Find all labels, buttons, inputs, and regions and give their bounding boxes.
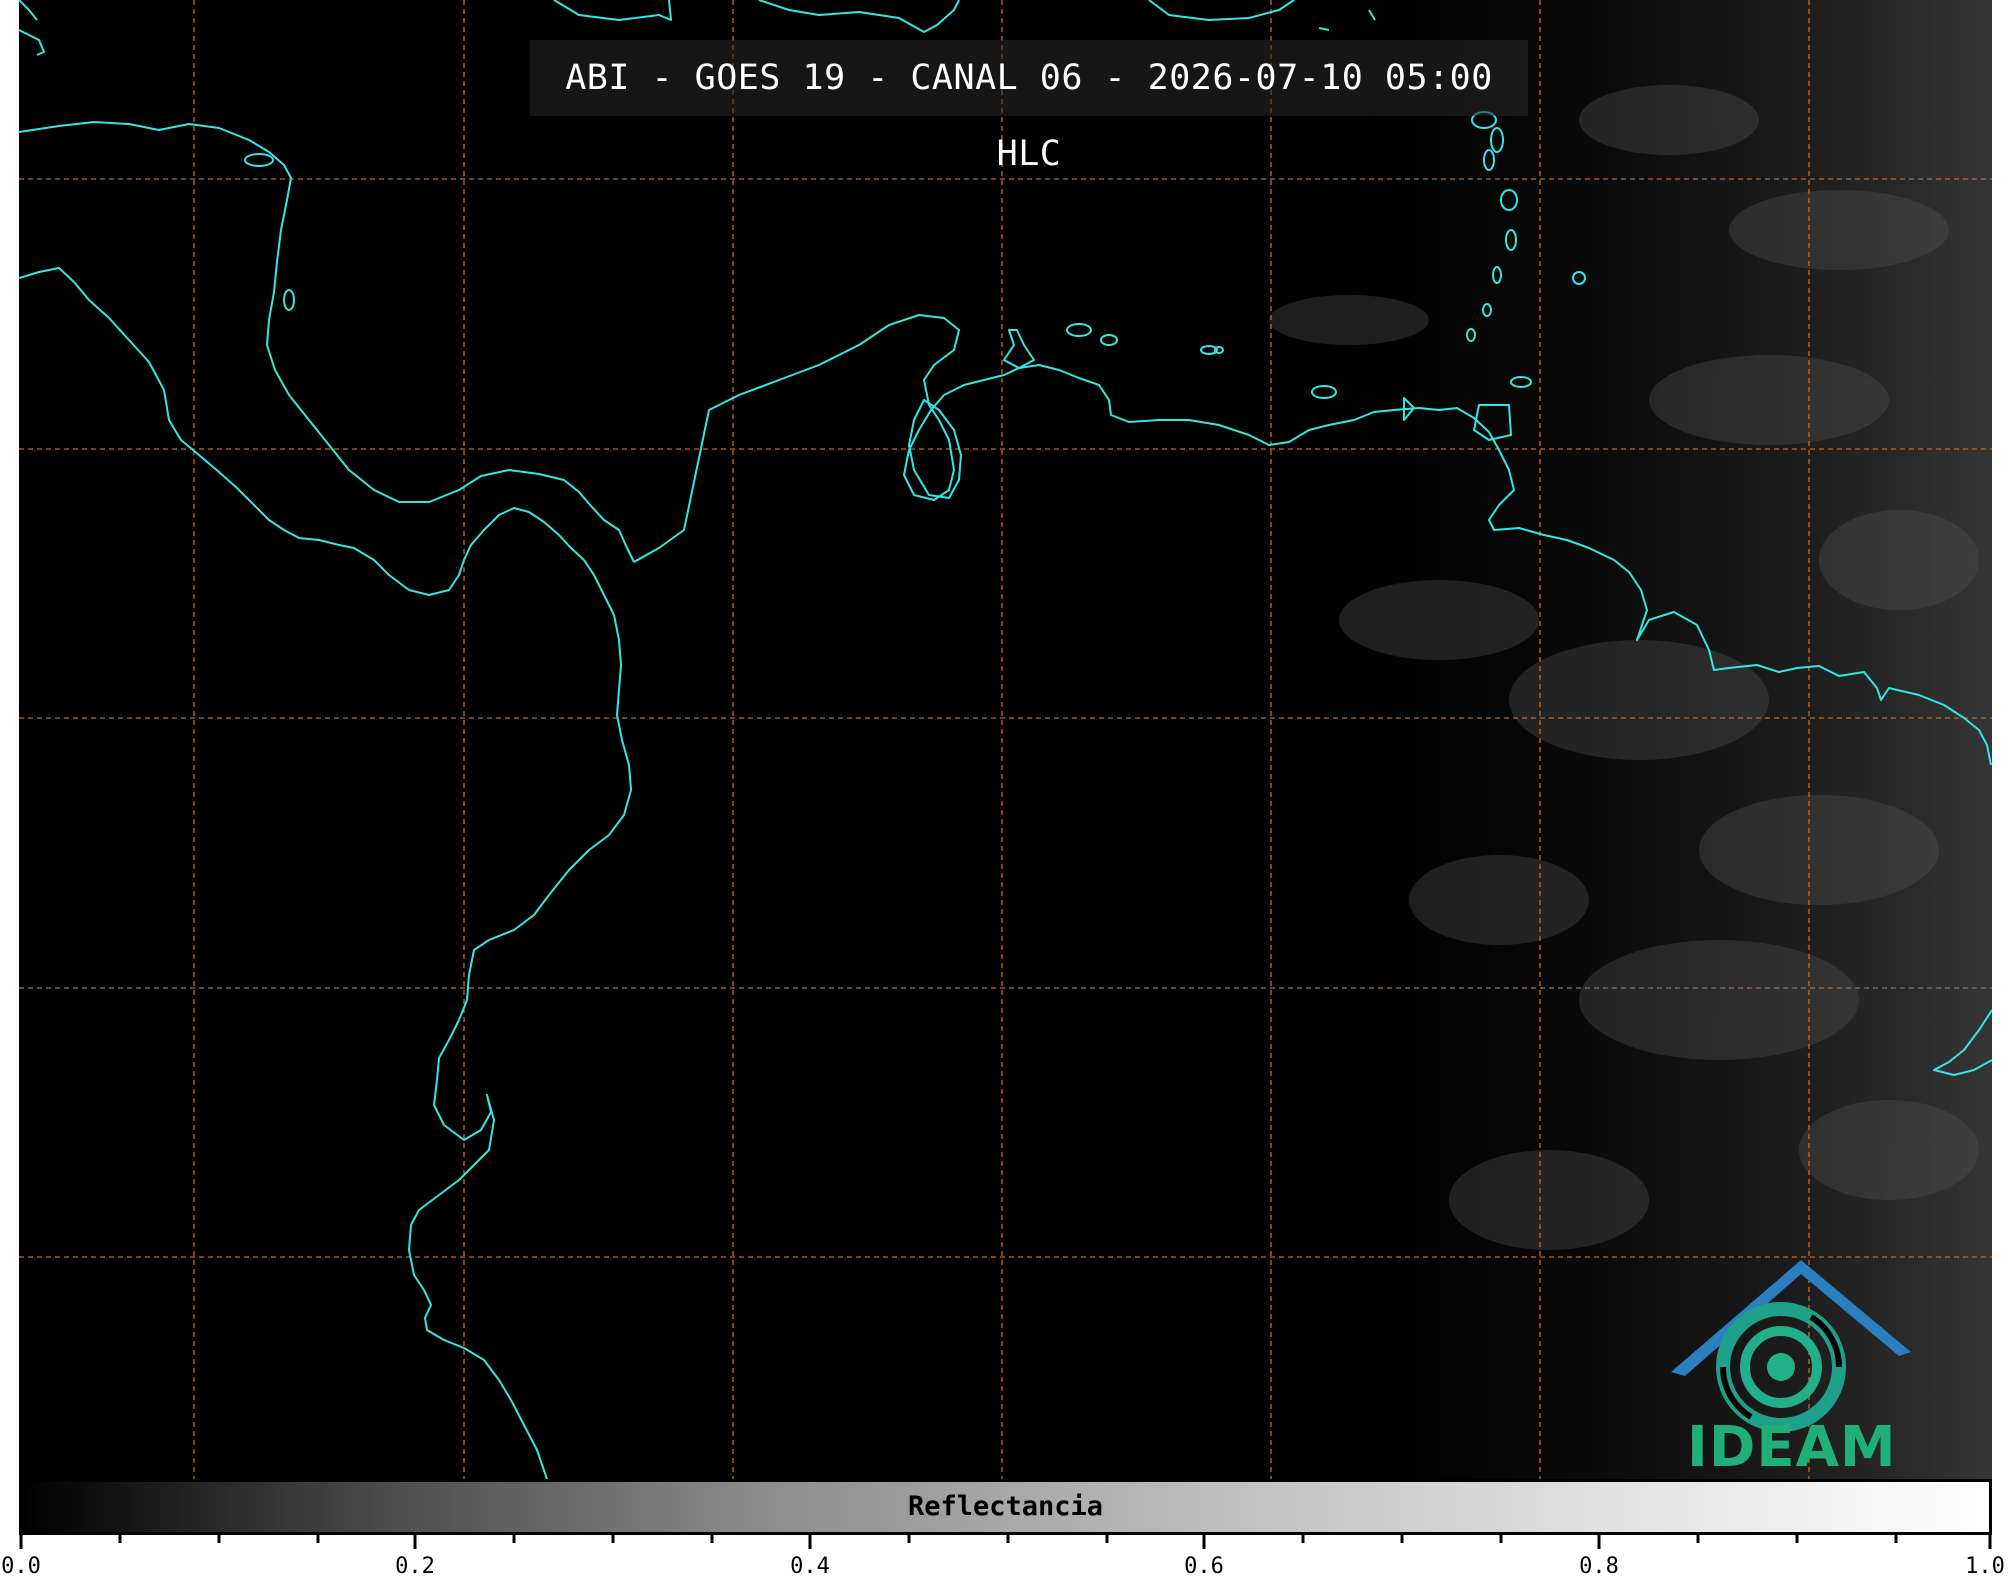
colorbar-ticks <box>19 1535 1992 1549</box>
satellite-map <box>19 0 1992 1479</box>
colorbar-tick-label: 0.6 <box>1184 1554 1224 1579</box>
colorbar-tick-label: 0.2 <box>395 1554 435 1579</box>
colorbar: Reflectancia <box>19 1479 1992 1535</box>
map-title: ABI - GOES 19 - CANAL 06 - 2026-07-10 05… <box>530 40 1528 174</box>
ideam-logo-text: IDEAM <box>1687 1415 1897 1480</box>
colorbar-tick-label: 1.0 <box>1965 1554 2005 1579</box>
map-canvas <box>19 0 1992 1479</box>
colorbar-tick-label: 0.0 <box>1 1554 41 1579</box>
colorbar-label: Reflectancia <box>907 1491 1104 1522</box>
colorbar-tick-label: 0.8 <box>1579 1554 1619 1579</box>
colorbar-tick-label: 0.4 <box>790 1554 830 1579</box>
